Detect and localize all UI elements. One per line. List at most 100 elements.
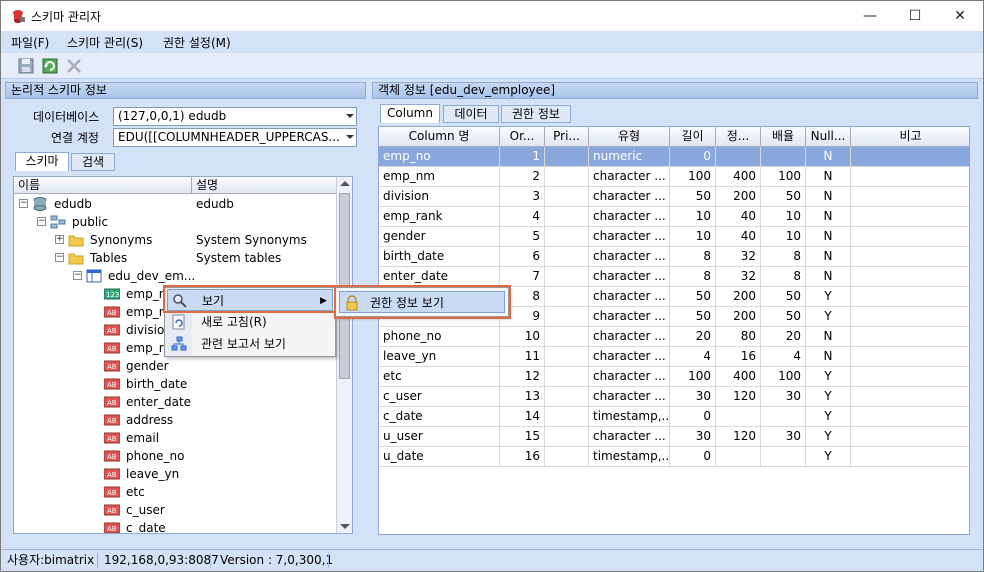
- delete-icon[interactable]: [65, 57, 83, 75]
- folder-open-icon: [68, 253, 84, 265]
- tree-item-edudb[interactable]: − edudb edudb: [14, 195, 338, 213]
- grid-header-scale[interactable]: 배율: [761, 127, 806, 147]
- tree-column-item[interactable]: AB enter_date: [14, 393, 338, 411]
- tree-item-synonyms[interactable]: + Synonyms System Synonyms: [14, 231, 338, 249]
- tree-column-item[interactable]: AB phone_no: [14, 447, 338, 465]
- cell-precision: 200: [716, 187, 761, 207]
- cell-nullable: N: [806, 267, 851, 287]
- tree-item-label: edu_dev_em...: [108, 269, 196, 283]
- svg-text:AB: AB: [107, 453, 117, 461]
- status-version: Version : 7,0,300,1: [220, 553, 334, 567]
- cell-primary: [545, 427, 589, 447]
- cell-remarks: [851, 227, 969, 247]
- tab-column[interactable]: Column: [380, 104, 440, 123]
- cell-scale: 10: [761, 227, 806, 247]
- tab-search[interactable]: 검색: [71, 153, 115, 171]
- tree-header-name[interactable]: 이름: [14, 177, 192, 194]
- tab-data[interactable]: 데이터: [443, 105, 499, 123]
- context-item-label: 새로 고침(R): [201, 315, 267, 329]
- grid-header-order[interactable]: Or...: [500, 127, 545, 147]
- cell-type: character ...: [589, 327, 670, 347]
- cell-scale: 50: [761, 307, 806, 327]
- cell-scale: 10: [761, 207, 806, 227]
- numeric-column-icon: 123: [104, 288, 120, 300]
- cell-type: numeric: [589, 147, 670, 167]
- grid-header-precision[interactable]: 정...: [716, 127, 761, 147]
- conn-combo[interactable]: EDU([[COLUMNHEADER_UPPERCAS...: [113, 128, 357, 147]
- context-item-related-reports[interactable]: 관련 보고서 보기: [167, 333, 333, 355]
- cell-type: character ...: [589, 347, 670, 367]
- context-item-refresh[interactable]: 새로 고침(R): [167, 311, 333, 333]
- db-combo[interactable]: (127,0,0,1) edudb: [113, 107, 357, 126]
- cell-length: 10: [670, 227, 716, 247]
- cell-precision: 32: [716, 247, 761, 267]
- tree-item-label: Synonyms: [90, 233, 153, 247]
- tree-column-item[interactable]: AB c_user: [14, 501, 338, 519]
- tab-permission-info[interactable]: 권한 정보: [501, 105, 571, 123]
- tree-item-tables[interactable]: − Tables System tables: [14, 249, 338, 267]
- tree-column-item[interactable]: AB birth_date: [14, 375, 338, 393]
- tree-column-item[interactable]: AB gender: [14, 357, 338, 375]
- close-button[interactable]: ✕: [937, 1, 983, 31]
- tree-item-edu-dev-employee[interactable]: − edu_dev_em...: [14, 267, 338, 285]
- tree-column-item[interactable]: AB leave_yn: [14, 465, 338, 483]
- grid-header-column-name[interactable]: Column 명: [379, 127, 500, 147]
- grid-header-primary[interactable]: Pri...: [545, 127, 589, 147]
- tree-item-label: c_user: [126, 503, 165, 517]
- grid-header-remarks[interactable]: 비고: [851, 127, 969, 147]
- collapse-icon[interactable]: −: [37, 217, 46, 226]
- cell-order: 11: [500, 347, 545, 367]
- menu-permission-settings[interactable]: 권한 설정(M): [163, 34, 231, 51]
- grid-header-length[interactable]: 길이: [670, 127, 716, 147]
- cell-length: 8: [670, 267, 716, 287]
- cell-scale: [761, 407, 806, 427]
- cell-column-name: emp_no: [379, 147, 500, 167]
- tree-item-public[interactable]: − public: [14, 213, 338, 231]
- cell-scale: 30: [761, 387, 806, 407]
- cell-column-name: emp_rank: [379, 207, 500, 227]
- app-icon: [13, 10, 25, 23]
- cell-primary: [545, 267, 589, 287]
- toolbar: [1, 53, 983, 79]
- grid-header-nullable[interactable]: Null...: [806, 127, 851, 147]
- save-icon[interactable]: [17, 57, 35, 75]
- tree-header-desc[interactable]: 설명: [192, 177, 338, 194]
- conn-label: 연결 계정: [51, 131, 99, 145]
- minimize-button[interactable]: —: [847, 1, 893, 31]
- tree-item-label: public: [72, 215, 109, 229]
- collapse-icon[interactable]: −: [73, 271, 82, 280]
- tree-column-item[interactable]: AB c_date: [14, 519, 338, 533]
- svg-text:AB: AB: [107, 489, 117, 497]
- cell-scale: [761, 447, 806, 467]
- tree-column-item[interactable]: AB email: [14, 429, 338, 447]
- tree-column-item[interactable]: AB address: [14, 411, 338, 429]
- cell-scale: 100: [761, 167, 806, 187]
- grid-header-type[interactable]: 유형: [589, 127, 670, 147]
- cell-precision: [716, 147, 761, 167]
- collapse-icon[interactable]: −: [55, 253, 64, 262]
- scroll-down-icon[interactable]: [340, 524, 350, 529]
- text-column-icon: AB: [104, 486, 120, 498]
- expand-icon[interactable]: +: [55, 235, 64, 244]
- cell-primary: [545, 327, 589, 347]
- svg-text:AB: AB: [107, 525, 117, 533]
- text-column-icon: AB: [104, 432, 120, 444]
- tab-schema[interactable]: 스키마: [15, 152, 69, 171]
- refresh-icon[interactable]: [41, 57, 59, 75]
- menu-file[interactable]: 파일(F): [11, 34, 49, 51]
- status-address: 192,168,0,93:8087: [104, 553, 219, 567]
- svg-text:AB: AB: [107, 417, 117, 425]
- menu-schema-manage[interactable]: 스키마 관리(S): [67, 34, 143, 51]
- collapse-icon[interactable]: −: [19, 199, 28, 208]
- cell-remarks: [851, 287, 969, 307]
- scroll-up-icon[interactable]: [340, 181, 350, 186]
- cell-primary: [545, 307, 589, 327]
- svg-text:AB: AB: [107, 363, 117, 371]
- svg-text:AB: AB: [107, 381, 117, 389]
- cell-type: character ...: [589, 367, 670, 387]
- maximize-button[interactable]: ☐: [892, 1, 938, 31]
- tree-scrollbar[interactable]: [336, 177, 352, 533]
- svg-text:123: 123: [106, 291, 119, 299]
- cell-scale: [761, 147, 806, 167]
- tree-column-item[interactable]: AB etc: [14, 483, 338, 501]
